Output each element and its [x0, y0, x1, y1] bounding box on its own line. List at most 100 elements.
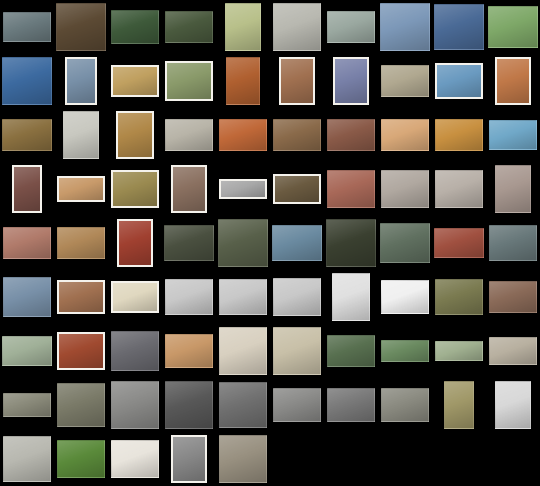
thumbnail-image[interactable]: [219, 179, 267, 199]
thumbnail-image[interactable]: [489, 120, 537, 150]
thumbnail-image[interactable]: [488, 6, 538, 48]
thumbnail-image[interactable]: [218, 219, 268, 267]
thumbnail-image[interactable]: [116, 111, 154, 159]
thumbnail-image[interactable]: [57, 227, 105, 259]
thumbnail-cell[interactable]: [486, 162, 540, 216]
thumbnail-image[interactable]: [111, 10, 159, 44]
thumbnail-cell[interactable]: [162, 0, 216, 54]
thumbnail-image[interactable]: [171, 165, 207, 213]
thumbnail-cell[interactable]: [432, 162, 486, 216]
thumbnail-cell[interactable]: [270, 216, 324, 270]
thumbnail-image[interactable]: [327, 170, 375, 208]
thumbnail-cell[interactable]: [432, 378, 486, 432]
thumbnail-cell[interactable]: [0, 216, 54, 270]
thumbnail-cell[interactable]: [54, 162, 108, 216]
thumbnail-cell[interactable]: [216, 270, 270, 324]
thumbnail-image[interactable]: [381, 280, 429, 314]
thumbnail-image[interactable]: [273, 119, 321, 151]
thumbnail-cell[interactable]: [54, 108, 108, 162]
thumbnail-image[interactable]: [333, 57, 369, 105]
thumbnail-image[interactable]: [381, 119, 429, 151]
thumbnail-cell[interactable]: [216, 54, 270, 108]
thumbnail-cell[interactable]: [0, 270, 54, 324]
thumbnail-image[interactable]: [225, 3, 261, 51]
thumbnail-image[interactable]: [65, 57, 97, 105]
thumbnail-image[interactable]: [381, 388, 429, 422]
thumbnail-image[interactable]: [111, 381, 159, 429]
thumbnail-cell[interactable]: [486, 270, 540, 324]
thumbnail-image[interactable]: [3, 393, 51, 417]
thumbnail-cell[interactable]: [216, 216, 270, 270]
thumbnail-image[interactable]: [381, 170, 429, 208]
thumbnail-cell[interactable]: [270, 108, 324, 162]
thumbnail-cell[interactable]: [432, 324, 486, 378]
thumbnail-cell[interactable]: [0, 378, 54, 432]
thumbnail-cell[interactable]: [378, 324, 432, 378]
thumbnail-cell[interactable]: [0, 0, 54, 54]
thumbnail-cell[interactable]: [162, 324, 216, 378]
thumbnail-cell[interactable]: [54, 54, 108, 108]
thumbnail-image[interactable]: [57, 176, 105, 202]
thumbnail-image[interactable]: [381, 340, 429, 362]
thumbnail-image[interactable]: [381, 65, 429, 97]
thumbnail-cell[interactable]: [324, 270, 378, 324]
thumbnail-image[interactable]: [489, 337, 537, 365]
thumbnail-image[interactable]: [165, 11, 213, 43]
thumbnail-cell[interactable]: [432, 0, 486, 54]
thumbnail-cell[interactable]: [324, 216, 378, 270]
thumbnail-cell[interactable]: [54, 270, 108, 324]
thumbnail-cell[interactable]: [162, 432, 216, 486]
thumbnail-cell[interactable]: [270, 162, 324, 216]
thumbnail-image[interactable]: [111, 331, 159, 371]
thumbnail-cell[interactable]: [54, 0, 108, 54]
thumbnail-image[interactable]: [327, 335, 375, 367]
thumbnail-image[interactable]: [226, 57, 260, 105]
thumbnail-cell[interactable]: [162, 270, 216, 324]
thumbnail-image[interactable]: [56, 3, 106, 51]
thumbnail-image[interactable]: [219, 435, 267, 483]
thumbnail-cell[interactable]: [432, 216, 486, 270]
thumbnail-cell[interactable]: [324, 108, 378, 162]
thumbnail-image[interactable]: [327, 388, 375, 422]
thumbnail-cell[interactable]: [378, 0, 432, 54]
thumbnail-image[interactable]: [327, 119, 375, 151]
thumbnail-cell[interactable]: [378, 108, 432, 162]
thumbnail-cell[interactable]: [54, 432, 108, 486]
thumbnail-image[interactable]: [57, 440, 105, 478]
thumbnail-cell[interactable]: [486, 0, 540, 54]
thumbnail-cell[interactable]: [216, 432, 270, 486]
thumbnail-cell[interactable]: [378, 162, 432, 216]
thumbnail-cell[interactable]: [108, 216, 162, 270]
thumbnail-cell[interactable]: [270, 0, 324, 54]
thumbnail-image[interactable]: [12, 165, 42, 213]
thumbnail-cell[interactable]: [0, 162, 54, 216]
thumbnail-image[interactable]: [171, 435, 207, 483]
thumbnail-image[interactable]: [111, 281, 159, 313]
thumbnail-image[interactable]: [435, 119, 483, 151]
thumbnail-cell[interactable]: [54, 324, 108, 378]
thumbnail-cell[interactable]: [0, 54, 54, 108]
thumbnail-image[interactable]: [273, 174, 321, 204]
thumbnail-image[interactable]: [111, 65, 159, 97]
thumbnail-image[interactable]: [380, 3, 430, 51]
thumbnail-cell[interactable]: [162, 378, 216, 432]
thumbnail-cell[interactable]: [324, 378, 378, 432]
thumbnail-image[interactable]: [57, 332, 105, 370]
thumbnail-cell[interactable]: [324, 0, 378, 54]
thumbnail-image[interactable]: [273, 278, 321, 316]
thumbnail-cell[interactable]: [108, 54, 162, 108]
thumbnail-image[interactable]: [3, 12, 51, 42]
thumbnail-image[interactable]: [273, 3, 321, 51]
thumbnail-image[interactable]: [489, 281, 537, 313]
thumbnail-image[interactable]: [495, 381, 531, 429]
thumbnail-cell[interactable]: [378, 378, 432, 432]
thumbnail-image[interactable]: [279, 57, 315, 105]
thumbnail-image[interactable]: [434, 228, 484, 258]
thumbnail-image[interactable]: [273, 388, 321, 422]
thumbnail-cell[interactable]: [216, 324, 270, 378]
thumbnail-cell[interactable]: [486, 54, 540, 108]
thumbnail-image[interactable]: [164, 225, 214, 261]
thumbnail-image[interactable]: [435, 341, 483, 361]
thumbnail-cell[interactable]: [108, 432, 162, 486]
thumbnail-image[interactable]: [326, 219, 376, 267]
